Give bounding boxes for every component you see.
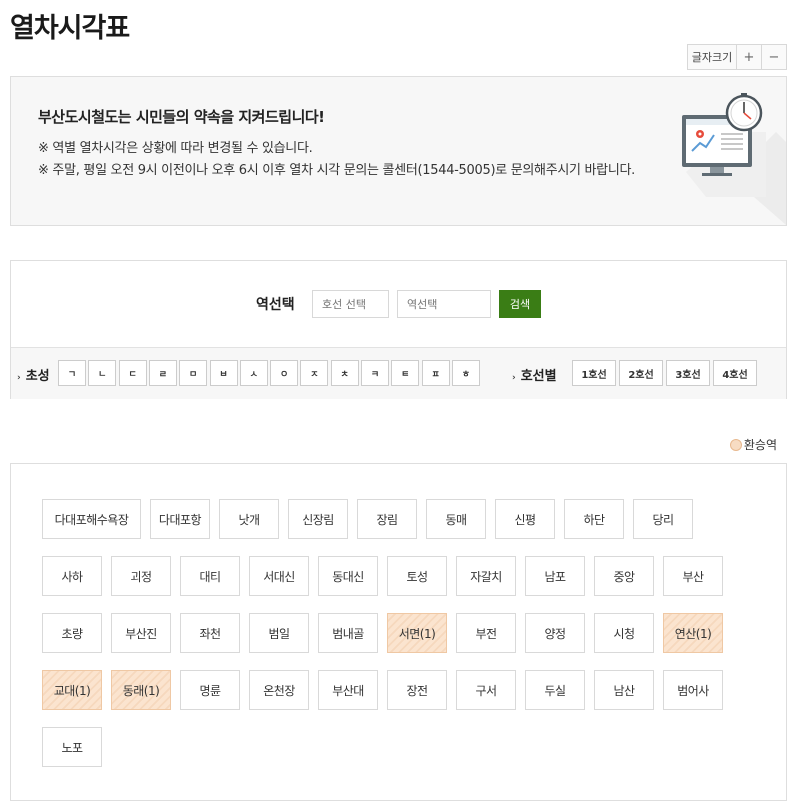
line-label-text: 호선별 — [520, 369, 557, 384]
station-button[interactable]: 남포 — [525, 556, 585, 596]
chosung-button[interactable]: ㅇ — [270, 360, 299, 386]
chosung-button[interactable]: ㅂ — [209, 360, 238, 386]
station-button[interactable]: 시청 — [594, 613, 654, 653]
font-size-label: 글자크기 — [687, 44, 737, 70]
chosung-button[interactable]: ㅋ — [361, 360, 389, 386]
page-title: 열차시각표 — [10, 13, 130, 44]
transfer-station-button[interactable]: 교대(1) — [42, 670, 102, 710]
station-button[interactable]: 장림 — [357, 499, 417, 539]
station-button[interactable]: 동매 — [426, 499, 486, 539]
chosung-button[interactable]: ㄴ — [88, 360, 117, 386]
station-button[interactable]: 자갈치 — [456, 556, 516, 596]
monitor-clock-illustration — [626, 77, 786, 225]
station-button[interactable]: 다대포항 — [150, 499, 210, 539]
station-button[interactable]: 신장림 — [288, 499, 348, 539]
filter-row: › 초성 › 호선별 ㄱㄴㄷㄹㅁㅂㅅㅇㅈㅊㅋㅌㅍㅎ 1호선 2호선 3호선 4호선 — [11, 347, 786, 399]
station-button[interactable]: 신평 — [495, 499, 555, 539]
chevron-right-icon: › — [512, 373, 516, 383]
station-button[interactable]: 노포 — [42, 727, 102, 767]
line-filter-button[interactable]: 3호선 — [666, 360, 710, 386]
chosung-button[interactable]: ㅁ — [179, 360, 208, 386]
notice-box: 부산도시철도는 시민들의 약속을 지켜드립니다! ※ 역별 열차시각은 상황에 … — [10, 76, 787, 226]
chosung-button[interactable]: ㅎ — [451, 360, 480, 386]
station-button[interactable]: 서대신 — [249, 556, 309, 596]
search-label: 역선택 — [256, 297, 295, 313]
station-button[interactable]: 명륜 — [180, 670, 240, 710]
search-row: 역선택 검색 — [11, 261, 786, 347]
chosung-button[interactable]: ㅊ — [330, 360, 359, 386]
transfer-legend-label: 환승역 — [743, 438, 777, 452]
chosung-button[interactable]: ㅌ — [391, 360, 420, 386]
notice-line-1: ※ 역별 열차시각은 상황에 따라 변경될 수 있습니다. — [38, 141, 313, 156]
chosung-button[interactable]: ㄱ — [58, 360, 86, 386]
chosung-button[interactable]: ㄹ — [148, 360, 177, 386]
notice-title: 부산도시철도는 시민들의 약속을 지켜드립니다! — [38, 108, 325, 126]
station-button[interactable]: 장전 — [387, 670, 447, 710]
station-button[interactable]: 중앙 — [594, 556, 654, 596]
chosung-button[interactable]: ㅅ — [239, 360, 268, 386]
font-size-control: 글자크기 + − — [687, 44, 787, 70]
station-button[interactable]: 초량 — [42, 613, 102, 653]
chevron-right-icon: › — [17, 373, 21, 383]
chosung-label-text: 초성 — [25, 369, 50, 384]
line-filter-button[interactable]: 2호선 — [619, 360, 663, 386]
station-button[interactable]: 부산진 — [111, 613, 171, 653]
station-button[interactable]: 범어사 — [663, 670, 723, 710]
notice-line-2: ※ 주말, 평일 오전 9시 이전이나 오후 6시 이후 열차 시각 문의는 콜… — [38, 163, 635, 178]
station-button[interactable]: 온천장 — [249, 670, 309, 710]
station-button[interactable]: 부전 — [456, 613, 516, 653]
station-button[interactable]: 남산 — [594, 670, 654, 710]
transfer-station-button[interactable]: 서면(1) — [387, 613, 447, 653]
station-button[interactable]: 부산 — [663, 556, 723, 596]
line-filter-label: › 호선별 — [512, 365, 557, 384]
station-button[interactable]: 범일 — [249, 613, 309, 653]
transfer-station-button[interactable]: 동래(1) — [111, 670, 171, 710]
transfer-dot-icon — [729, 438, 742, 451]
station-button[interactable]: 구서 — [456, 670, 516, 710]
station-button[interactable]: 동대신 — [318, 556, 378, 596]
station-search-panel: 역선택 검색 › 초성 › 호선별 ㄱㄴㄷㄹㅁㅂㅅㅇㅈㅊㅋㅌㅍㅎ 1호선2호선3호선4… — [10, 260, 787, 399]
transfer-legend: 환승역 — [729, 436, 777, 453]
line-filter-button[interactable]: 4호선 — [713, 360, 757, 386]
font-size-increase-button[interactable]: + — [737, 44, 762, 70]
station-button[interactable]: 좌천 — [180, 613, 240, 653]
transfer-station-button[interactable]: 연산(1) — [663, 613, 723, 653]
station-button[interactable]: 하단 — [564, 499, 624, 539]
station-button[interactable]: 부산대 — [318, 670, 378, 710]
font-size-decrease-button[interactable]: − — [762, 44, 787, 70]
station-button[interactable]: 토성 — [387, 556, 447, 596]
search-button[interactable]: 검색 — [499, 290, 541, 318]
station-button[interactable]: 양정 — [525, 613, 585, 653]
chosung-filter-label: › 초성 — [17, 365, 50, 384]
station-button[interactable]: 낫개 — [219, 499, 279, 539]
station-button[interactable]: 당리 — [633, 499, 693, 539]
chosung-button[interactable]: ㄷ — [118, 360, 147, 386]
station-button[interactable]: 괴정 — [111, 556, 171, 596]
chosung-button[interactable]: ㅍ — [421, 360, 450, 386]
station-list: 다대포해수욕장 다대포항 낫개 신장림 장림 동매 신평 하단 당리사하 괴정 대티 서대신 동대신 토성… — [10, 463, 787, 801]
station-button[interactable]: 범내골 — [318, 613, 378, 653]
station-select-input[interactable] — [397, 290, 491, 318]
station-button[interactable]: 다대포해수욕장 — [42, 499, 141, 539]
station-button[interactable]: 대티 — [180, 556, 240, 596]
chosung-button[interactable]: ㅈ — [300, 360, 329, 386]
line-select-input[interactable] — [312, 290, 389, 318]
station-button[interactable]: 두실 — [525, 670, 585, 710]
line-filter-button[interactable]: 1호선 — [572, 360, 616, 386]
station-button[interactable]: 사하 — [42, 556, 102, 596]
